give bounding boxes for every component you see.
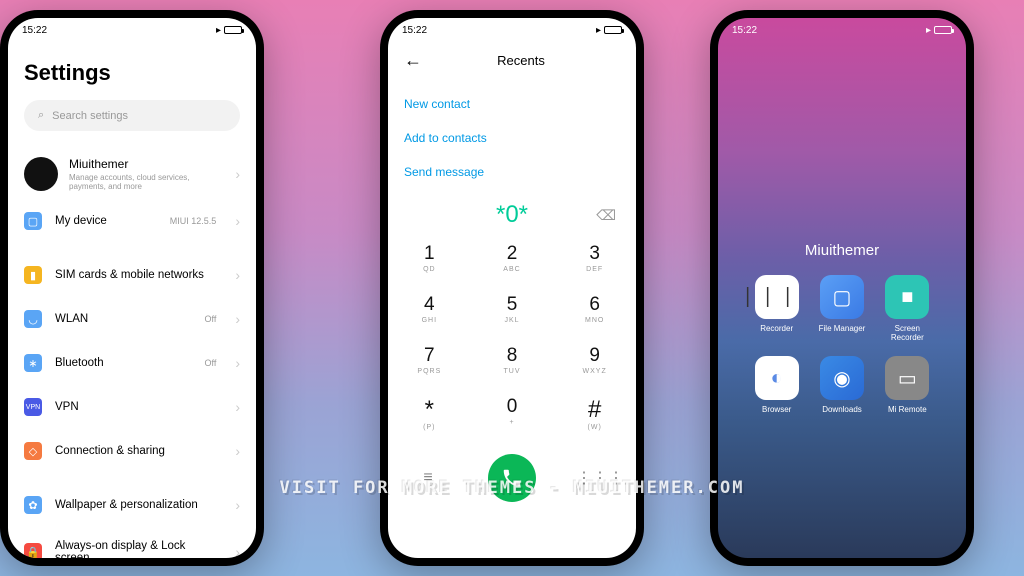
settings-row[interactable]: VPN VPN › <box>24 385 240 429</box>
account-row[interactable]: Miuithemer Manage accounts, cloud servic… <box>24 149 240 199</box>
avatar <box>24 157 58 191</box>
status-time: 15:22 <box>402 25 427 36</box>
app-label: Downloads <box>822 405 862 414</box>
sim-icon: ▮ <box>24 266 42 284</box>
settings-value: MIUI 12.5.5 <box>170 216 217 226</box>
keypad-key[interactable]: 5JKL <box>471 284 554 335</box>
app-icon: ◉ <box>820 356 864 400</box>
wlan-icon: ◡ <box>24 310 42 328</box>
app-icon: ■ <box>885 275 929 319</box>
chevron-right-icon: › <box>235 267 240 283</box>
keypad-key[interactable]: 4GHI <box>388 284 471 335</box>
keypad-key[interactable]: 8TUV <box>471 335 554 386</box>
bt-icon: ∗ <box>24 354 42 372</box>
search-placeholder: Search settings <box>52 110 128 122</box>
lock-icon: 🔒 <box>24 543 42 558</box>
page-title: Recents <box>442 53 600 68</box>
battery-icon <box>604 26 622 34</box>
vpn-icon: VPN <box>24 398 42 416</box>
status-bar: 15:22 ▸ <box>8 18 256 42</box>
chevron-right-icon: › <box>235 399 240 415</box>
keypad-key[interactable]: 1QD <box>388 233 471 284</box>
dialer-link[interactable]: Send message <box>404 155 620 189</box>
app-icon: ▢ <box>820 275 864 319</box>
keypad: 1QD2ABC3DEF 4GHI5JKL6MNO 7PQRS8TUV9WXYZ *(P… <box>388 233 636 442</box>
back-button[interactable]: ← <box>404 50 422 71</box>
battery-icon <box>224 26 242 34</box>
keypad-key[interactable]: #(W) <box>553 386 636 442</box>
settings-value: Off <box>204 358 216 368</box>
app-label: Browser <box>762 405 791 414</box>
status-time: 15:22 <box>732 25 757 36</box>
app-icon: ⎸⎸⎸ <box>755 275 799 319</box>
chevron-right-icon: › <box>235 355 240 371</box>
app-label: Screen Recorder <box>879 324 936 342</box>
account-subtitle: Manage accounts, cloud services, payment… <box>69 173 224 191</box>
app-label: Mi Remote <box>888 405 927 414</box>
app-mi-remote[interactable]: ▭ Mi Remote <box>879 356 936 414</box>
page-title: Settings <box>24 60 240 86</box>
app-label: Recorder <box>760 324 793 333</box>
search-icon: ⌕ <box>38 109 44 122</box>
dialer-link[interactable]: Add to contacts <box>404 121 620 155</box>
chevron-right-icon: › <box>235 166 240 182</box>
keypad-key[interactable]: 9WXYZ <box>553 335 636 386</box>
app-screen-recorder[interactable]: ■ Screen Recorder <box>879 275 936 342</box>
keypad-key[interactable]: 6MNO <box>553 284 636 335</box>
dev-icon: ▢ <box>24 212 42 230</box>
settings-row[interactable]: ▮ SIM cards & mobile networks › <box>24 253 240 297</box>
folder-title: Miuithemer <box>718 242 966 259</box>
settings-row[interactable]: ▢ My device MIUI 12.5.5 › <box>24 199 240 243</box>
chevron-right-icon: › <box>235 213 240 229</box>
settings-label: SIM cards & mobile networks <box>55 269 222 281</box>
battery-icon <box>934 26 952 34</box>
chevron-right-icon: › <box>235 311 240 327</box>
app-grid: ⎸⎸⎸ Recorder ▢ File Manager ■ Screen Recorder… <box>718 275 966 414</box>
settings-label: Always-on display & Lock screen <box>55 540 222 558</box>
keypad-key[interactable]: *(P) <box>388 386 471 442</box>
app-recorder[interactable]: ⎸⎸⎸ Recorder <box>748 275 805 342</box>
battery-icon: ▸ <box>596 25 601 36</box>
status-bar: 15:22 ▸ <box>388 18 636 42</box>
app-browser[interactable]: ◐ Browser <box>748 356 805 414</box>
status-bar: 15:22 ▸ <box>718 18 966 42</box>
keypad-key[interactable]: 2ABC <box>471 233 554 284</box>
settings-row[interactable]: ∗ Bluetooth Off › <box>24 341 240 385</box>
backspace-icon[interactable]: ⌫ <box>596 207 616 224</box>
chevron-right-icon: › <box>235 544 240 558</box>
settings-label: Bluetooth <box>55 357 191 369</box>
dialed-number: *0* <box>496 201 528 229</box>
settings-row[interactable]: ◡ WLAN Off › <box>24 297 240 341</box>
settings-row[interactable]: 🔒 Always-on display & Lock screen › <box>24 527 240 558</box>
keypad-key[interactable]: 3DEF <box>553 233 636 284</box>
chevron-right-icon: › <box>235 497 240 513</box>
dialer-link[interactable]: New contact <box>404 87 620 121</box>
conn-icon: ◇ <box>24 442 42 460</box>
settings-label: Wallpaper & personalization <box>55 499 222 511</box>
chevron-right-icon: › <box>235 443 240 459</box>
battery-icon: ▸ <box>216 25 221 36</box>
watermark: VISIT FOR MORE THEMES - MIUITHEMER.COM <box>0 478 1024 498</box>
app-downloads[interactable]: ◉ Downloads <box>813 356 870 414</box>
app-icon: ◐ <box>755 356 799 400</box>
app-icon: ▭ <box>885 356 929 400</box>
battery-icon: ▸ <box>926 25 931 36</box>
account-name: Miuithemer <box>69 157 224 171</box>
status-time: 15:22 <box>22 25 47 36</box>
settings-label: VPN <box>55 401 222 413</box>
settings-row[interactable]: ◇ Connection & sharing › <box>24 429 240 473</box>
settings-label: WLAN <box>55 313 191 325</box>
settings-value: Off <box>204 314 216 324</box>
settings-label: Connection & sharing <box>55 445 222 457</box>
keypad-key[interactable]: 0+ <box>471 386 554 442</box>
settings-label: My device <box>55 215 157 227</box>
app-label: File Manager <box>819 324 866 333</box>
wall-icon: ✿ <box>24 496 42 514</box>
search-input[interactable]: ⌕ Search settings <box>24 100 240 131</box>
app-file-manager[interactable]: ▢ File Manager <box>813 275 870 342</box>
dial-display: *0* ⌫ <box>388 197 636 233</box>
keypad-key[interactable]: 7PQRS <box>388 335 471 386</box>
